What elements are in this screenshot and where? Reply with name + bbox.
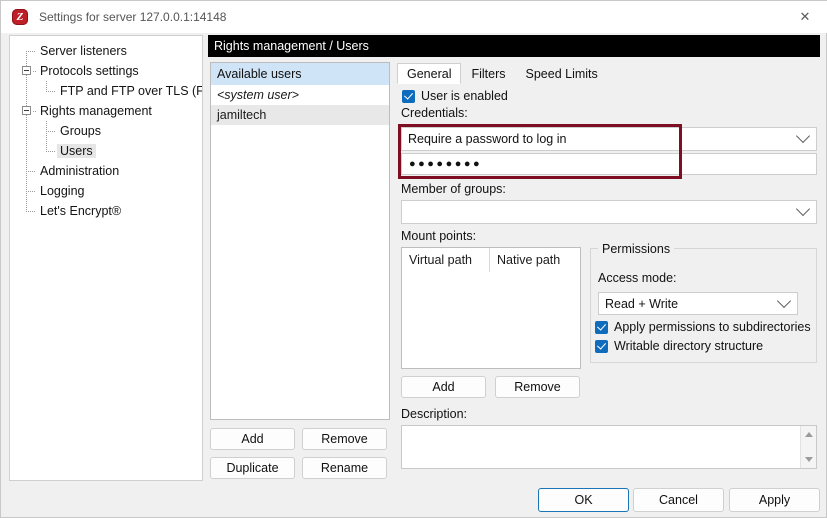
password-field[interactable]: ●●●●●●●● xyxy=(401,153,817,175)
remove-mount-point-button[interactable]: Remove xyxy=(495,376,580,398)
scroll-up-icon[interactable] xyxy=(805,432,813,437)
description-label: Description: xyxy=(401,407,467,421)
filezilla-icon: Z xyxy=(11,8,29,26)
sidebar-item-protocols-settings[interactable]: Protocols settings xyxy=(10,61,202,81)
mount-points-table[interactable]: Virtual path Native path xyxy=(401,247,581,369)
apply-permissions-subdirectories-label: Apply permissions to subdirectories xyxy=(614,320,811,334)
sidebar-item-users[interactable]: Users xyxy=(10,141,202,161)
sidebar-item-label: Logging xyxy=(40,184,85,198)
cancel-button[interactable]: Cancel xyxy=(633,488,724,512)
chevron-down-icon xyxy=(776,293,792,308)
tab-speed-limits[interactable]: Speed Limits xyxy=(516,63,608,84)
access-mode-select[interactable]: Read + Write xyxy=(598,292,798,315)
writable-directory-structure-label: Writable directory structure xyxy=(614,339,764,353)
close-icon[interactable]: ✕ xyxy=(782,1,827,32)
available-users-list[interactable]: Available users <system user> jamiltech xyxy=(210,62,390,420)
sidebar-item-label: Users xyxy=(57,144,96,158)
expander-icon[interactable] xyxy=(22,106,31,115)
member-of-groups-select[interactable] xyxy=(401,200,817,224)
duplicate-user-button[interactable]: Duplicate xyxy=(210,457,295,479)
user-is-enabled-label: User is enabled xyxy=(421,89,508,103)
checkmark-icon xyxy=(595,320,608,334)
scroll-down-icon[interactable] xyxy=(805,457,813,462)
window-title: Settings for server 127.0.0.1:14148 xyxy=(39,10,227,24)
user-is-enabled-checkbox[interactable]: User is enabled xyxy=(402,89,508,103)
sidebar-item-logging[interactable]: Logging xyxy=(10,181,202,201)
sidebar-item-label: Let's Encrypt® xyxy=(40,204,122,218)
available-users-header: Available users xyxy=(211,63,389,85)
credentials-mode-value: Require a password to log in xyxy=(408,132,567,146)
column-header-native-path[interactable]: Native path xyxy=(490,248,580,272)
permissions-group-title: Permissions xyxy=(598,242,675,256)
apply-button[interactable]: Apply xyxy=(729,488,820,512)
remove-user-button[interactable]: Remove xyxy=(302,428,387,450)
checkmark-icon xyxy=(402,89,415,103)
checkmark-icon xyxy=(595,339,608,353)
settings-tree[interactable]: Server listeners Protocols settings FTP … xyxy=(9,35,203,481)
sidebar-item-ftp-ftps[interactable]: FTP and FTP over TLS (FTPS) xyxy=(10,81,202,101)
sidebar-item-administration[interactable]: Administration xyxy=(10,161,202,181)
credentials-mode-select[interactable]: Require a password to log in xyxy=(401,127,817,151)
pane-header-title: Rights management / Users xyxy=(208,35,820,57)
tab-general[interactable]: General xyxy=(397,63,462,84)
title-bar: Z Settings for server 127.0.0.1:14148 ✕ xyxy=(1,1,827,33)
writable-directory-structure-checkbox[interactable]: Writable directory structure xyxy=(595,339,763,353)
sidebar-item-groups[interactable]: Groups xyxy=(10,121,202,141)
list-item[interactable]: jamiltech xyxy=(211,105,389,125)
chevron-down-icon xyxy=(795,201,811,217)
list-item[interactable]: <system user> xyxy=(211,85,389,105)
ok-button[interactable]: OK xyxy=(538,488,629,512)
sidebar-item-label: Server listeners xyxy=(40,44,127,58)
description-scrollbar[interactable] xyxy=(800,426,816,468)
rename-user-button[interactable]: Rename xyxy=(302,457,387,479)
member-of-groups-label: Member of groups: xyxy=(401,182,506,196)
sidebar-item-lets-encrypt[interactable]: Let's Encrypt® xyxy=(10,201,202,221)
sidebar-item-label: Rights management xyxy=(40,104,152,118)
user-name: jamiltech xyxy=(217,108,267,122)
add-mount-point-button[interactable]: Add xyxy=(401,376,486,398)
filezilla-icon-glyph: Z xyxy=(16,11,24,23)
table-header-row: Virtual path Native path xyxy=(402,248,580,272)
sidebar-item-label: Groups xyxy=(60,124,101,138)
tab-bar[interactable]: General Filters Speed Limits xyxy=(397,63,817,84)
mount-points-label: Mount points: xyxy=(401,229,477,243)
credentials-label: Credentials: xyxy=(401,106,468,120)
sidebar-item-label: Administration xyxy=(40,164,120,178)
user-name: <system user> xyxy=(217,88,299,102)
sidebar-item-server-listeners[interactable]: Server listeners xyxy=(10,41,202,61)
tab-filters[interactable]: Filters xyxy=(461,63,515,84)
sidebar-item-label: FTP and FTP over TLS (FTPS) xyxy=(60,84,202,98)
expander-icon[interactable] xyxy=(22,66,31,75)
settings-dialog: Z Settings for server 127.0.0.1:14148 ✕ … xyxy=(0,0,827,518)
sidebar-item-label: Protocols settings xyxy=(40,64,139,78)
chevron-down-icon xyxy=(795,128,811,144)
access-mode-value: Read + Write xyxy=(605,296,679,311)
add-user-button[interactable]: Add xyxy=(210,428,295,450)
apply-permissions-subdirectories-checkbox[interactable]: Apply permissions to subdirectories xyxy=(595,320,811,334)
description-textarea[interactable] xyxy=(401,425,817,469)
column-header-virtual-path[interactable]: Virtual path xyxy=(402,248,490,272)
sidebar-item-rights-management[interactable]: Rights management xyxy=(10,101,202,121)
access-mode-label: Access mode: xyxy=(598,271,677,285)
